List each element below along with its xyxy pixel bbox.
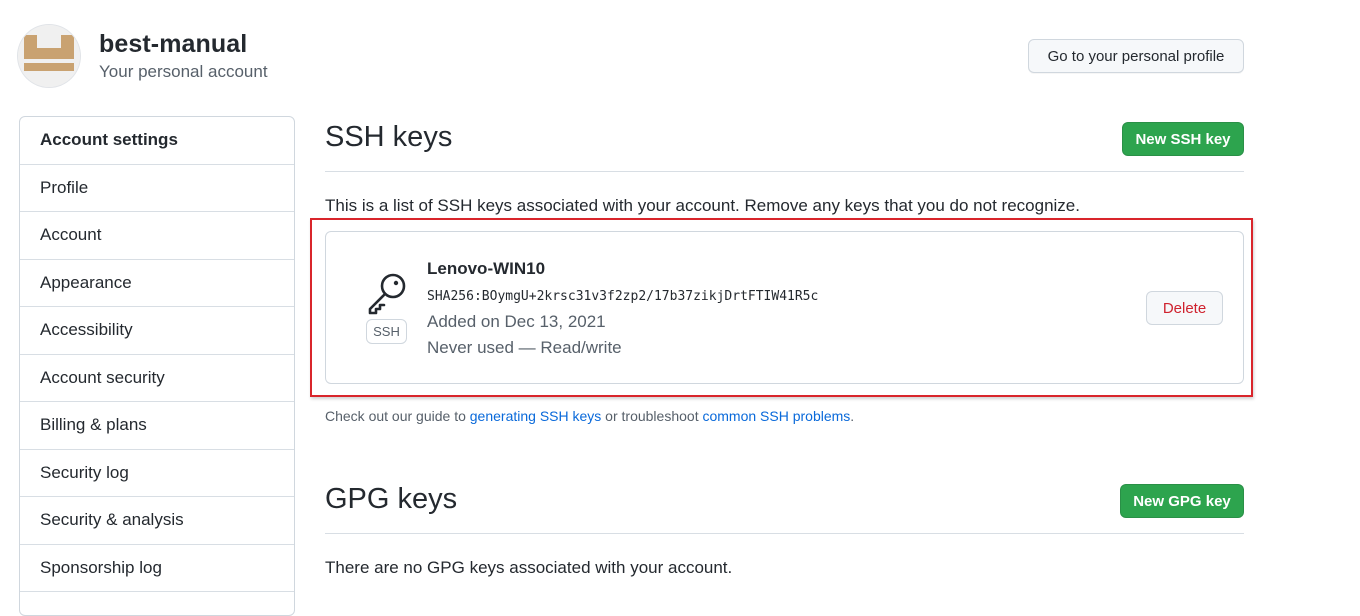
settings-sidebar: Account settings Profile Account Appeara…	[19, 116, 295, 616]
sidebar-heading-account-settings: Account settings	[20, 117, 294, 165]
delete-ssh-key-button[interactable]: Delete	[1146, 291, 1223, 325]
guide-prefix: Check out our guide to	[325, 408, 470, 424]
ssh-key-fingerprint: SHA256:BOymgU+2krsc31v3f2zp2/17b37zikjDr…	[427, 289, 819, 304]
new-ssh-key-button[interactable]: New SSH key	[1122, 122, 1244, 156]
ssh-key-card	[325, 231, 1244, 384]
ssh-type-badge: SSH	[366, 319, 407, 344]
ssh-keys-title: SSH keys	[325, 121, 453, 153]
sidebar-item-security-log[interactable]: Security log	[20, 450, 294, 497]
section-divider	[325, 171, 1244, 172]
ssh-description: This is a list of SSH keys associated wi…	[325, 196, 1080, 215]
ssh-guide-text: Check out our guide to generating SSH ke…	[325, 408, 854, 424]
gpg-empty-text: There are no GPG keys associated with yo…	[325, 558, 733, 577]
sidebar-item-accessibility[interactable]: Accessibility	[20, 307, 294, 355]
common-ssh-problems-link[interactable]: common SSH problems	[702, 408, 850, 424]
sidebar-item-sponsorship-log[interactable]: Sponsorship log	[20, 545, 294, 592]
identicon-image	[18, 25, 80, 87]
gpg-keys-title: GPG keys	[325, 483, 458, 515]
account-subtitle: Your personal account	[99, 62, 268, 81]
sidebar-item-appearance[interactable]: Appearance	[20, 260, 294, 307]
guide-middle: or troubleshoot	[601, 408, 703, 424]
ssh-key-usage: Never used — Read/write	[427, 338, 622, 357]
ssh-key-name: Lenovo-WIN10	[427, 259, 546, 278]
sidebar-item-security-analysis[interactable]: Security & analysis	[20, 497, 294, 545]
sidebar-item-billing-plans[interactable]: Billing & plans	[20, 402, 294, 450]
new-gpg-key-button[interactable]: New GPG key	[1120, 484, 1244, 518]
key-icon	[362, 271, 410, 315]
section-divider	[325, 533, 1244, 534]
sidebar-item-account-security[interactable]: Account security	[20, 355, 294, 402]
ssh-key-added-date: Added on Dec 13, 2021	[427, 312, 606, 331]
sidebar-item-account[interactable]: Account	[20, 212, 294, 260]
guide-suffix: .	[850, 408, 855, 424]
avatar[interactable]	[18, 25, 80, 87]
generating-ssh-keys-link[interactable]: generating SSH keys	[470, 408, 602, 424]
sidebar-item-profile[interactable]: Profile	[20, 165, 294, 212]
go-to-profile-button[interactable]: Go to your personal profile	[1028, 39, 1244, 73]
account-name[interactable]: best-manual	[99, 30, 247, 59]
